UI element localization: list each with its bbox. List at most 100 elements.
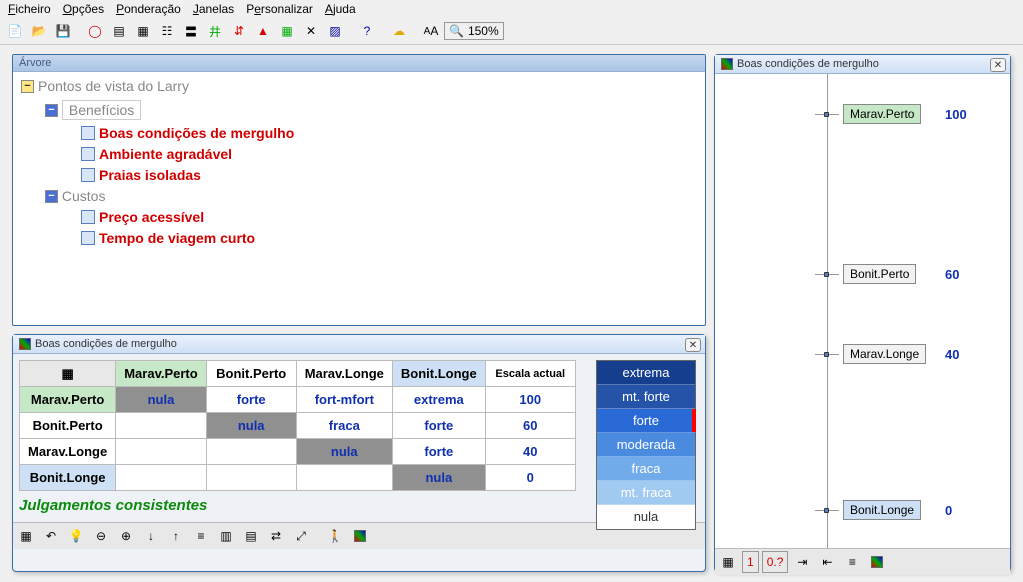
matrix-cell[interactable]: extrema bbox=[392, 387, 485, 413]
tb-icon[interactable]: ⇄ bbox=[265, 525, 287, 547]
tb-icon[interactable]: ▤ bbox=[240, 525, 262, 547]
menu-ficheiro[interactable]: Ficheiro bbox=[8, 2, 51, 16]
matrix-cell[interactable]: nula bbox=[296, 439, 392, 465]
tb-decimal[interactable]: 0.? bbox=[762, 551, 789, 573]
matrix-cell[interactable]: forte bbox=[392, 413, 485, 439]
tb-icon[interactable]: ≡ bbox=[190, 525, 212, 547]
matrix-row-header[interactable]: Marav.Perto bbox=[20, 387, 116, 413]
matrix-row-header[interactable]: Bonit.Longe bbox=[20, 465, 116, 491]
tool-icon-2[interactable]: ▤ bbox=[108, 20, 130, 42]
font-icon[interactable]: AA bbox=[420, 20, 442, 42]
tool-icon-4[interactable]: ☷ bbox=[156, 20, 178, 42]
matrix-corner[interactable]: ▦ bbox=[20, 361, 116, 387]
matrix-col-header[interactable]: Marav.Perto bbox=[116, 361, 206, 387]
legend-item[interactable]: forte bbox=[597, 409, 695, 433]
tb-icon[interactable] bbox=[866, 551, 888, 573]
tb-icon[interactable]: ▦ bbox=[717, 551, 739, 573]
tb-icon[interactable]: ↑ bbox=[165, 525, 187, 547]
tb-icon[interactable]: ⊕ bbox=[115, 525, 137, 547]
matrix-cell[interactable]: forte bbox=[392, 439, 485, 465]
close-button[interactable]: ✕ bbox=[990, 58, 1006, 72]
node-icon[interactable] bbox=[81, 231, 95, 245]
tb-one[interactable]: 1 bbox=[742, 551, 759, 573]
matrix-cell[interactable] bbox=[116, 413, 206, 439]
legend-item[interactable]: nula bbox=[597, 505, 695, 529]
tree-group[interactable]: Benefícios bbox=[62, 100, 141, 120]
tb-icon[interactable]: ⇤ bbox=[816, 551, 838, 573]
scale-marker[interactable] bbox=[824, 272, 829, 277]
node-icon[interactable] bbox=[81, 168, 95, 182]
matrix-cell[interactable]: nula bbox=[116, 387, 206, 413]
scale-marker[interactable] bbox=[824, 508, 829, 513]
collapse-icon[interactable]: − bbox=[21, 80, 34, 93]
tool-icon-3[interactable]: ▦ bbox=[132, 20, 154, 42]
menu-opcoes[interactable]: Opções bbox=[63, 2, 104, 16]
tool-icon-1[interactable]: ◯ bbox=[84, 20, 106, 42]
zoom-control[interactable]: 🔍 150% bbox=[444, 22, 504, 40]
scale-marker[interactable] bbox=[824, 352, 829, 357]
scale-label[interactable]: Bonit.Perto bbox=[843, 264, 916, 284]
matrix-cell[interactable] bbox=[116, 439, 206, 465]
node-icon[interactable] bbox=[81, 210, 95, 224]
matrix-cell[interactable]: fort-mfort bbox=[296, 387, 392, 413]
new-icon[interactable]: 📄 bbox=[4, 20, 26, 42]
save-icon[interactable]: 💾 bbox=[52, 20, 74, 42]
tb-icon[interactable]: 💡 bbox=[65, 525, 87, 547]
matrix-cell[interactable] bbox=[206, 465, 296, 491]
tb-icon[interactable]: ↶ bbox=[40, 525, 62, 547]
matrix-cell[interactable] bbox=[206, 439, 296, 465]
tool-icon-11[interactable]: ▨ bbox=[324, 20, 346, 42]
matrix-cell[interactable]: fraca bbox=[296, 413, 392, 439]
tree-leaf[interactable]: Boas condições de mergulho bbox=[99, 125, 294, 141]
tb-icon[interactable]: ⤢ bbox=[290, 525, 312, 547]
tb-icon[interactable]: ⊖ bbox=[90, 525, 112, 547]
tool-icon-8[interactable]: ▲ bbox=[252, 20, 274, 42]
matrix-cell[interactable] bbox=[116, 465, 206, 491]
tb-icon[interactable] bbox=[349, 525, 371, 547]
tb-icon[interactable]: ⇥ bbox=[791, 551, 813, 573]
matrix-col-header[interactable]: Marav.Longe bbox=[296, 361, 392, 387]
tree-group[interactable]: Custos bbox=[62, 188, 106, 204]
close-button[interactable]: ✕ bbox=[685, 338, 701, 352]
tool-icon-10[interactable]: ✕ bbox=[300, 20, 322, 42]
matrix-cell[interactable]: nula bbox=[206, 413, 296, 439]
scale-label[interactable]: Marav.Longe bbox=[843, 344, 926, 364]
matrix-col-header[interactable]: Bonit.Longe bbox=[392, 361, 485, 387]
legend-item[interactable]: extrema bbox=[597, 361, 695, 385]
collapse-icon[interactable]: − bbox=[45, 104, 58, 117]
open-icon[interactable]: 📂 bbox=[28, 20, 50, 42]
matrix-cell[interactable]: forte bbox=[206, 387, 296, 413]
node-icon[interactable] bbox=[81, 147, 95, 161]
matrix-row-header[interactable]: Bonit.Perto bbox=[20, 413, 116, 439]
tool-icon-9[interactable]: ▦ bbox=[276, 20, 298, 42]
tb-icon[interactable]: ≡ bbox=[841, 551, 863, 573]
cloud-icon[interactable]: ☁ bbox=[388, 20, 410, 42]
legend-item[interactable]: moderada bbox=[597, 433, 695, 457]
matrix-cell[interactable]: nula bbox=[392, 465, 485, 491]
legend-item[interactable]: fraca bbox=[597, 457, 695, 481]
legend-item[interactable]: mt. fraca bbox=[597, 481, 695, 505]
tree-leaf[interactable]: Ambiente agradável bbox=[99, 146, 232, 162]
tree-leaf[interactable]: Preço acessível bbox=[99, 209, 204, 225]
scale-label[interactable]: Marav.Perto bbox=[843, 104, 921, 124]
scale-marker[interactable] bbox=[824, 112, 829, 117]
tb-icon[interactable]: ↓ bbox=[140, 525, 162, 547]
menu-janelas[interactable]: Janelas bbox=[193, 2, 234, 16]
tb-icon[interactable]: ▥ bbox=[215, 525, 237, 547]
scale-label[interactable]: Bonit.Longe bbox=[843, 500, 921, 520]
matrix-row-header[interactable]: Marav.Longe bbox=[20, 439, 116, 465]
matrix-cell[interactable] bbox=[296, 465, 392, 491]
collapse-icon[interactable]: − bbox=[45, 190, 58, 203]
help-icon[interactable]: ? bbox=[356, 20, 378, 42]
menu-ponderacao[interactable]: Ponderação bbox=[116, 2, 181, 16]
tree-leaf[interactable]: Praias isoladas bbox=[99, 167, 201, 183]
legend-item[interactable]: mt. forte bbox=[597, 385, 695, 409]
tb-icon[interactable]: 🚶 bbox=[324, 525, 346, 547]
tree-root[interactable]: Pontos de vista do Larry bbox=[38, 78, 189, 94]
menu-ajuda[interactable]: Ajuda bbox=[325, 2, 356, 16]
tool-icon-5[interactable]: 〓 bbox=[180, 20, 202, 42]
matrix-col-header[interactable]: Bonit.Perto bbox=[206, 361, 296, 387]
tool-icon-7[interactable]: ⇵ bbox=[228, 20, 250, 42]
tree-leaf[interactable]: Tempo de viagem curto bbox=[99, 230, 255, 246]
node-icon[interactable] bbox=[81, 126, 95, 140]
